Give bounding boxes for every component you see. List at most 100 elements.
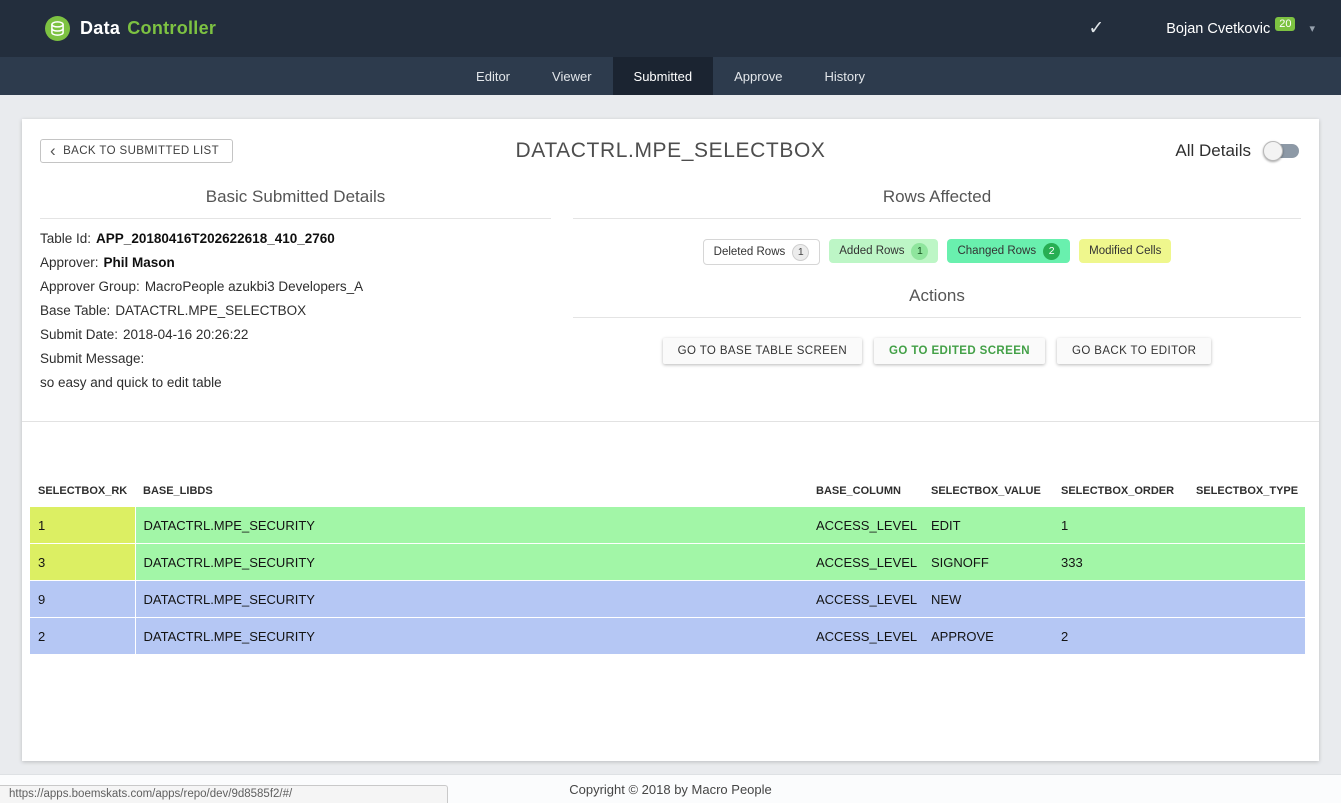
changed-rows-count: 2 — [1043, 243, 1060, 260]
grid-cell[interactable] — [1053, 581, 1188, 618]
grid-cell[interactable]: DATACTRL.MPE_SECURITY — [135, 507, 808, 544]
detail-approver: Approver:Phil Mason — [40, 251, 551, 275]
grid-cell[interactable]: ACCESS_LEVEL — [808, 581, 923, 618]
changed-rows-label: Changed Rows — [957, 245, 1036, 257]
page-title: DATACTRL.MPE_SELECTBOX — [516, 139, 826, 163]
toggle-thumb — [1263, 141, 1283, 161]
tab-history[interactable]: History — [804, 57, 886, 95]
grid-header-row: SELECTBOX_RK BASE_LIBDS BASE_COLUMN SELE… — [30, 474, 1305, 507]
rows-affected-heading: Rows Affected — [573, 180, 1301, 218]
col-header-selectbox-value: SELECTBOX_VALUE — [923, 474, 1053, 507]
detail-lines: Table Id:APP_20180416T202622618_410_2760… — [40, 219, 551, 395]
col-header-base-column: BASE_COLUMN — [808, 474, 923, 507]
modified-cells-chip: Modified Cells — [1079, 239, 1171, 263]
check-icon[interactable]: ✓ — [1088, 17, 1104, 40]
grid-cell[interactable] — [1188, 544, 1305, 581]
grid-cell[interactable]: DATACTRL.MPE_SECURITY — [135, 544, 808, 581]
user-menu[interactable]: Bojan Cvetkovic 20 ▾ — [1166, 21, 1315, 37]
go-to-base-table-screen-button[interactable]: GO TO BASE TABLE SCREEN — [663, 338, 862, 364]
grid-cell[interactable]: ACCESS_LEVEL — [808, 507, 923, 544]
grid-cell[interactable]: 9 — [30, 581, 135, 618]
browser-link-preview: https://apps.boemskats.com/apps/repo/dev… — [0, 785, 448, 803]
main-content: ‹ BACK TO SUBMITTED LIST DATACTRL.MPE_SE… — [0, 95, 1341, 761]
grid-cell[interactable]: APPROVE — [923, 618, 1053, 655]
logo-text: Data Controller — [80, 18, 216, 39]
app-logo[interactable]: Data Controller — [44, 15, 216, 42]
grid-cell[interactable]: 1 — [1053, 507, 1188, 544]
logo-text-controller: Controller — [127, 18, 216, 38]
col-header-selectbox-rk: SELECTBOX_RK — [30, 474, 135, 507]
changes-grid: SELECTBOX_RK BASE_LIBDS BASE_COLUMN SELE… — [30, 474, 1305, 655]
detail-base-table: Base Table:DATACTRL.MPE_SELECTBOX — [40, 299, 551, 323]
data-controller-app: Data Controller ✓ Bojan Cvetkovic 20 ▾ Ed… — [0, 0, 1341, 803]
tab-viewer[interactable]: Viewer — [531, 57, 613, 95]
detail-approver-group: Approver Group:MacroPeople azukbi3 Devel… — [40, 275, 551, 299]
detail-submit-message-label: Submit Message: — [40, 347, 551, 371]
detail-submit-message: so easy and quick to edit table — [40, 371, 551, 395]
grid-cell[interactable]: ACCESS_LEVEL — [808, 618, 923, 655]
table-row: 2 DATACTRL.MPE_SECURITY ACCESS_LEVEL APP… — [30, 618, 1305, 655]
detail-table-id: Table Id:APP_20180416T202622618_410_2760 — [40, 227, 551, 251]
go-back-to-editor-button[interactable]: GO BACK TO EDITOR — [1057, 338, 1211, 364]
grid-cell[interactable] — [1188, 618, 1305, 655]
grid-cell[interactable]: ACCESS_LEVEL — [808, 544, 923, 581]
divider — [573, 218, 1301, 219]
topbar-right: ✓ Bojan Cvetkovic 20 ▾ — [1088, 17, 1315, 40]
detail-columns: Basic Submitted Details Table Id:APP_201… — [40, 180, 1301, 408]
detail-submit-date: Submit Date:2018-04-16 20:26:22 — [40, 323, 551, 347]
grid-cell[interactable]: DATACTRL.MPE_SECURITY — [135, 581, 808, 618]
all-details-label: All Details — [1175, 141, 1251, 161]
grid-cell[interactable]: DATACTRL.MPE_SECURITY — [135, 618, 808, 655]
grid-cell[interactable]: 2 — [1053, 618, 1188, 655]
grid-cell[interactable]: 3 — [30, 544, 135, 581]
submitted-detail-card: ‹ BACK TO SUBMITTED LIST DATACTRL.MPE_SE… — [22, 119, 1319, 761]
table-row: 1 DATACTRL.MPE_SECURITY ACCESS_LEVEL EDI… — [30, 507, 1305, 544]
added-rows-label: Added Rows — [839, 245, 904, 257]
actions-row: GO TO BASE TABLE SCREEN GO TO EDITED SCR… — [573, 338, 1301, 364]
back-to-submitted-list-button[interactable]: ‹ BACK TO SUBMITTED LIST — [40, 139, 233, 163]
deleted-rows-label: Deleted Rows — [714, 246, 786, 258]
changed-rows-chip: Changed Rows 2 — [947, 239, 1070, 263]
modified-cells-label: Modified Cells — [1089, 245, 1161, 257]
grid-cell[interactable]: 1 — [30, 507, 135, 544]
logo-text-data: Data — [80, 18, 120, 38]
rows-affected-chips: Deleted Rows 1 Added Rows 1 Changed Rows… — [573, 239, 1301, 265]
rows-affected-section: Rows Affected Deleted Rows 1 Added Rows … — [573, 180, 1301, 408]
grid-cell[interactable]: SIGNOFF — [923, 544, 1053, 581]
tab-submitted[interactable]: Submitted — [613, 57, 714, 95]
table-row: 9 DATACTRL.MPE_SECURITY ACCESS_LEVEL NEW — [30, 581, 1305, 618]
col-header-selectbox-type: SELECTBOX_TYPE — [1188, 474, 1305, 507]
grid-cell[interactable] — [1188, 507, 1305, 544]
grid-cell[interactable]: EDIT — [923, 507, 1053, 544]
chevron-down-icon: ▾ — [1309, 22, 1315, 35]
added-rows-count: 1 — [911, 243, 928, 260]
col-header-base-libds: BASE_LIBDS — [135, 474, 808, 507]
basic-details-heading: Basic Submitted Details — [40, 180, 551, 218]
chevron-left-icon: ‹ — [50, 146, 56, 156]
user-name: Bojan Cvetkovic — [1166, 21, 1270, 37]
actions-heading: Actions — [573, 279, 1301, 317]
user-badge: 20 — [1275, 17, 1295, 31]
tab-editor[interactable]: Editor — [455, 57, 531, 95]
deleted-rows-count: 1 — [792, 244, 809, 261]
basic-submitted-details-section: Basic Submitted Details Table Id:APP_201… — [40, 180, 551, 408]
all-details-control: All Details — [1175, 141, 1301, 161]
card-toolbar: ‹ BACK TO SUBMITTED LIST DATACTRL.MPE_SE… — [40, 132, 1301, 170]
tab-approve[interactable]: Approve — [713, 57, 803, 95]
table-row: 3 DATACTRL.MPE_SECURITY ACCESS_LEVEL SIG… — [30, 544, 1305, 581]
database-logo-icon — [44, 15, 71, 42]
grid-cell[interactable]: 2 — [30, 618, 135, 655]
added-rows-chip: Added Rows 1 — [829, 239, 938, 263]
card-divider — [22, 421, 1319, 422]
top-header: Data Controller ✓ Bojan Cvetkovic 20 ▾ — [0, 0, 1341, 57]
grid-cell[interactable]: NEW — [923, 581, 1053, 618]
grid-cell[interactable]: 333 — [1053, 544, 1188, 581]
copyright-text: Copyright © 2018 by Macro People — [569, 782, 772, 797]
back-button-label: BACK TO SUBMITTED LIST — [63, 145, 219, 157]
link-preview-url: https://apps.boemskats.com/apps/repo/dev… — [9, 788, 292, 800]
divider — [573, 317, 1301, 318]
go-to-edited-screen-button[interactable]: GO TO EDITED SCREEN — [874, 338, 1045, 364]
grid-cell[interactable] — [1188, 581, 1305, 618]
all-details-toggle[interactable] — [1263, 141, 1301, 161]
deleted-rows-chip: Deleted Rows 1 — [703, 239, 821, 265]
